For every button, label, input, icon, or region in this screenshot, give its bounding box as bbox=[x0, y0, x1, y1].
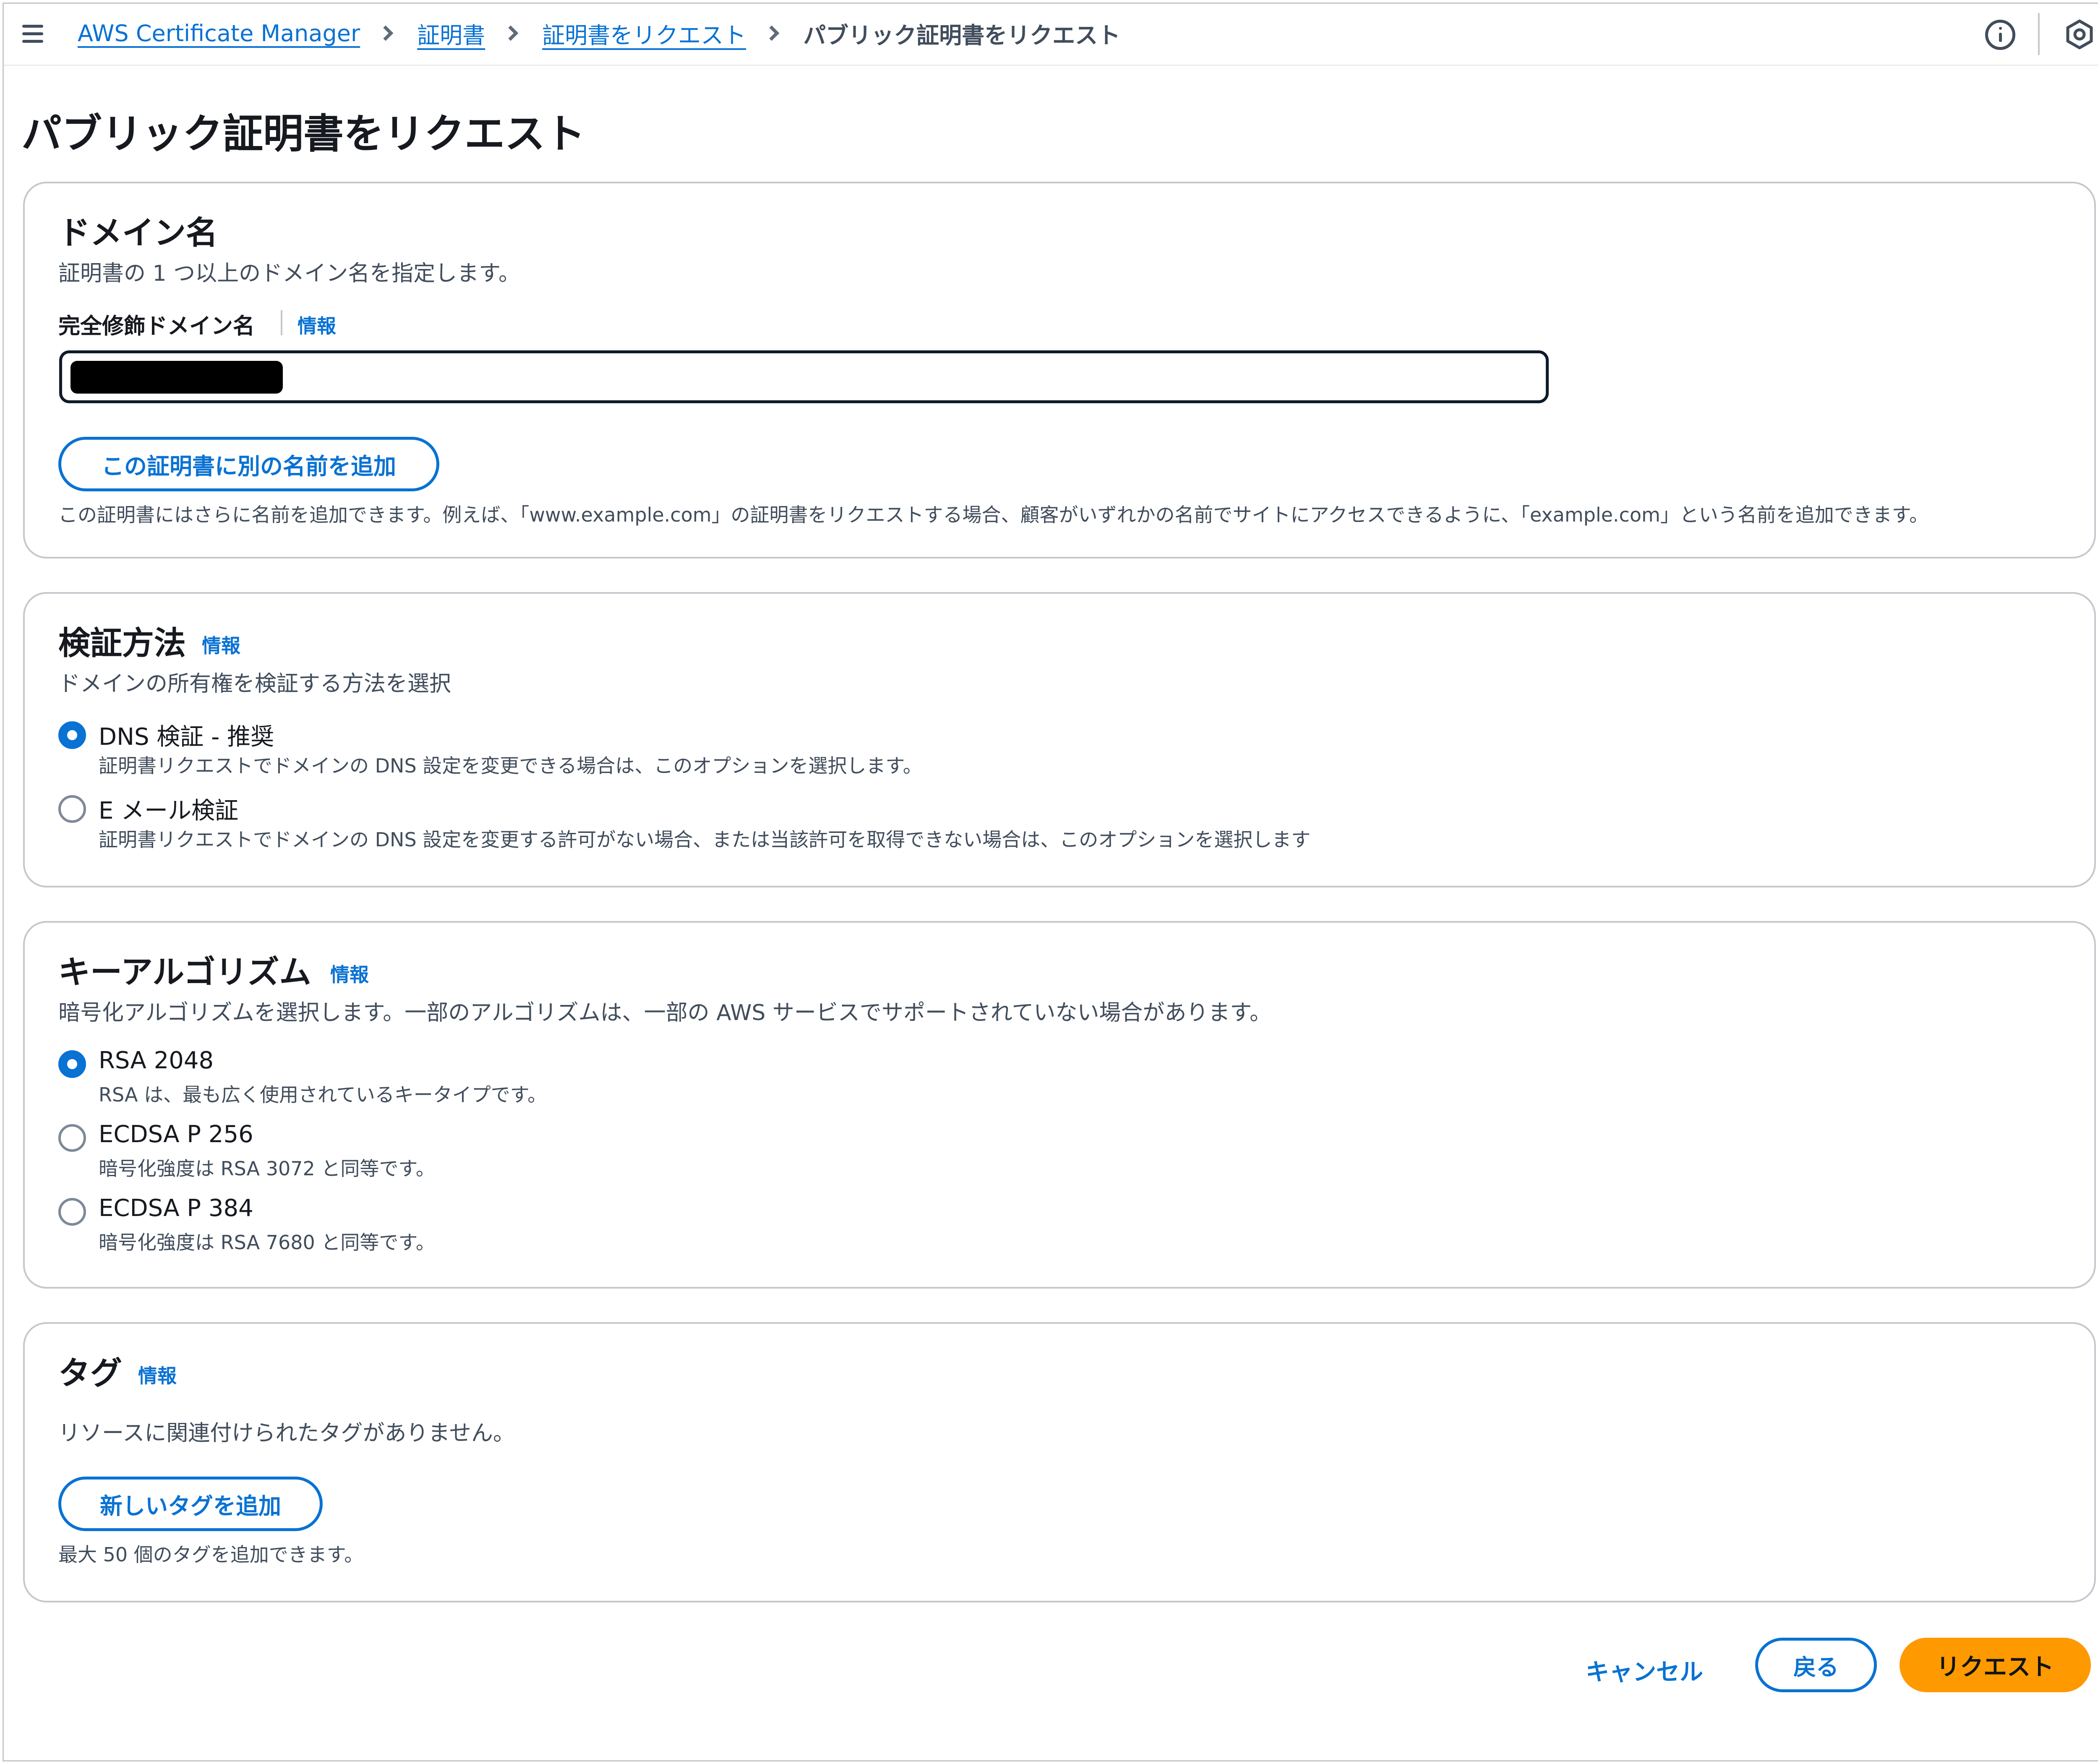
hexagon-settings-icon[interactable] bbox=[2064, 19, 2095, 50]
menu-icon[interactable] bbox=[19, 22, 46, 46]
option-label-dns[interactable]: DNS 検証 - 推奨 bbox=[99, 718, 274, 752]
section-description: 暗号化アルゴリズムを選択します。一部のアルゴリズムは、一部の AWS サービスで… bbox=[58, 1000, 1272, 1026]
label-divider bbox=[281, 310, 282, 335]
add-name-hint: この証明書にはさらに名前を追加できます。例えば、「www.example.com… bbox=[58, 504, 1929, 526]
chevron-right-icon bbox=[378, 25, 394, 41]
info-link[interactable]: 情報 bbox=[202, 631, 240, 658]
section-heading: タグ bbox=[58, 1354, 122, 1392]
add-new-tag-button[interactable]: 新しいタグを追加 bbox=[58, 1477, 323, 1531]
tags-panel: タグ 情報 リソースに関連付けられたタグがありません。 新しいタグを追加 最大 … bbox=[23, 1322, 2096, 1602]
page-title: パブリック証明書をリクエスト bbox=[21, 110, 585, 157]
fqdn-input[interactable] bbox=[59, 350, 1549, 403]
breadcrumb-current: パブリック証明書をリクエスト bbox=[803, 22, 1121, 49]
section-description: ドメインの所有権を検証する方法を選択 bbox=[58, 671, 451, 697]
section-heading: キーアルゴリズム bbox=[58, 953, 311, 991]
info-link[interactable]: 情報 bbox=[138, 1361, 177, 1388]
cancel-button[interactable]: キャンセル bbox=[1573, 1643, 1716, 1697]
add-another-name-button[interactable]: この証明書に別の名前を追加 bbox=[58, 437, 439, 491]
chevron-right-icon bbox=[503, 25, 519, 41]
radio-ecdsa-p384[interactable] bbox=[58, 1198, 86, 1226]
option-label-rsa-2048[interactable]: RSA 2048 bbox=[99, 1047, 214, 1074]
toolbar-divider bbox=[2038, 13, 2040, 55]
option-description-ecdsa-p256: 暗号化強度は RSA 3072 と同等です。 bbox=[99, 1157, 435, 1180]
breadcrumb-link-request-certificate[interactable]: 証明書をリクエスト bbox=[542, 17, 746, 50]
radio-ecdsa-p256[interactable] bbox=[58, 1124, 86, 1152]
info-circle-icon[interactable] bbox=[1985, 20, 2015, 50]
section-description: 証明書の 1 つ以上のドメイン名を指定します。 bbox=[58, 261, 520, 286]
option-description-rsa-2048: RSA は、最も広く使用されているキータイプです。 bbox=[99, 1083, 547, 1106]
radio-rsa-2048[interactable] bbox=[58, 1050, 86, 1078]
radio-email-validation[interactable] bbox=[58, 795, 86, 823]
option-label-email[interactable]: E メール検証 bbox=[99, 792, 238, 826]
option-description-email: 証明書リクエストでドメインの DNS 設定を変更する許可がない場合、または当該許… bbox=[99, 828, 1311, 851]
fqdn-label: 完全修飾ドメイン名 bbox=[58, 314, 255, 339]
request-button[interactable]: リクエスト bbox=[1900, 1638, 2091, 1692]
redacted-value bbox=[70, 361, 283, 394]
option-description-dns: 証明書リクエストでドメインの DNS 設定を変更できる場合は、このオプションを選… bbox=[99, 754, 922, 777]
tag-limit-hint: 最大 50 個のタグを追加できます。 bbox=[58, 1543, 364, 1566]
breadcrumb: AWS Certificate Manager 証明書 証明書をリクエスト パブ… bbox=[78, 17, 1121, 50]
breadcrumb-link-acm[interactable]: AWS Certificate Manager bbox=[78, 20, 360, 47]
console-window: AWS Certificate Manager 証明書 証明書をリクエスト パブ… bbox=[3, 3, 2098, 1761]
breadcrumb-link-certificates[interactable]: 証明書 bbox=[417, 17, 485, 50]
no-tags-message: リソースに関連付けられたタグがありません。 bbox=[58, 1421, 515, 1446]
chevron-right-icon bbox=[764, 25, 780, 41]
back-button[interactable]: 戻る bbox=[1755, 1638, 1877, 1692]
validation-method-panel: 検証方法 情報 ドメインの所有権を検証する方法を選択 DNS 検証 - 推奨 証… bbox=[23, 592, 2096, 887]
domain-name-panel: ドメイン名 証明書の 1 つ以上のドメイン名を指定します。 完全修飾ドメイン名 … bbox=[23, 182, 2096, 558]
key-algorithm-panel: キーアルゴリズム 情報 暗号化アルゴリズムを選択します。一部のアルゴリズムは、一… bbox=[23, 921, 2096, 1289]
section-heading: ドメイン名 bbox=[58, 214, 218, 251]
option-label-ecdsa-p384[interactable]: ECDSA P 384 bbox=[99, 1195, 253, 1222]
info-link[interactable]: 情報 bbox=[330, 960, 369, 987]
option-label-ecdsa-p256[interactable]: ECDSA P 256 bbox=[99, 1121, 253, 1148]
section-heading: 検証方法 bbox=[58, 624, 186, 662]
option-description-ecdsa-p384: 暗号化強度は RSA 7680 と同等です。 bbox=[99, 1231, 435, 1254]
info-link[interactable]: 情報 bbox=[297, 311, 336, 339]
radio-dns-validation[interactable] bbox=[58, 721, 86, 749]
top-navigation-bar: AWS Certificate Manager 証明書 証明書をリクエスト パブ… bbox=[4, 4, 2098, 66]
